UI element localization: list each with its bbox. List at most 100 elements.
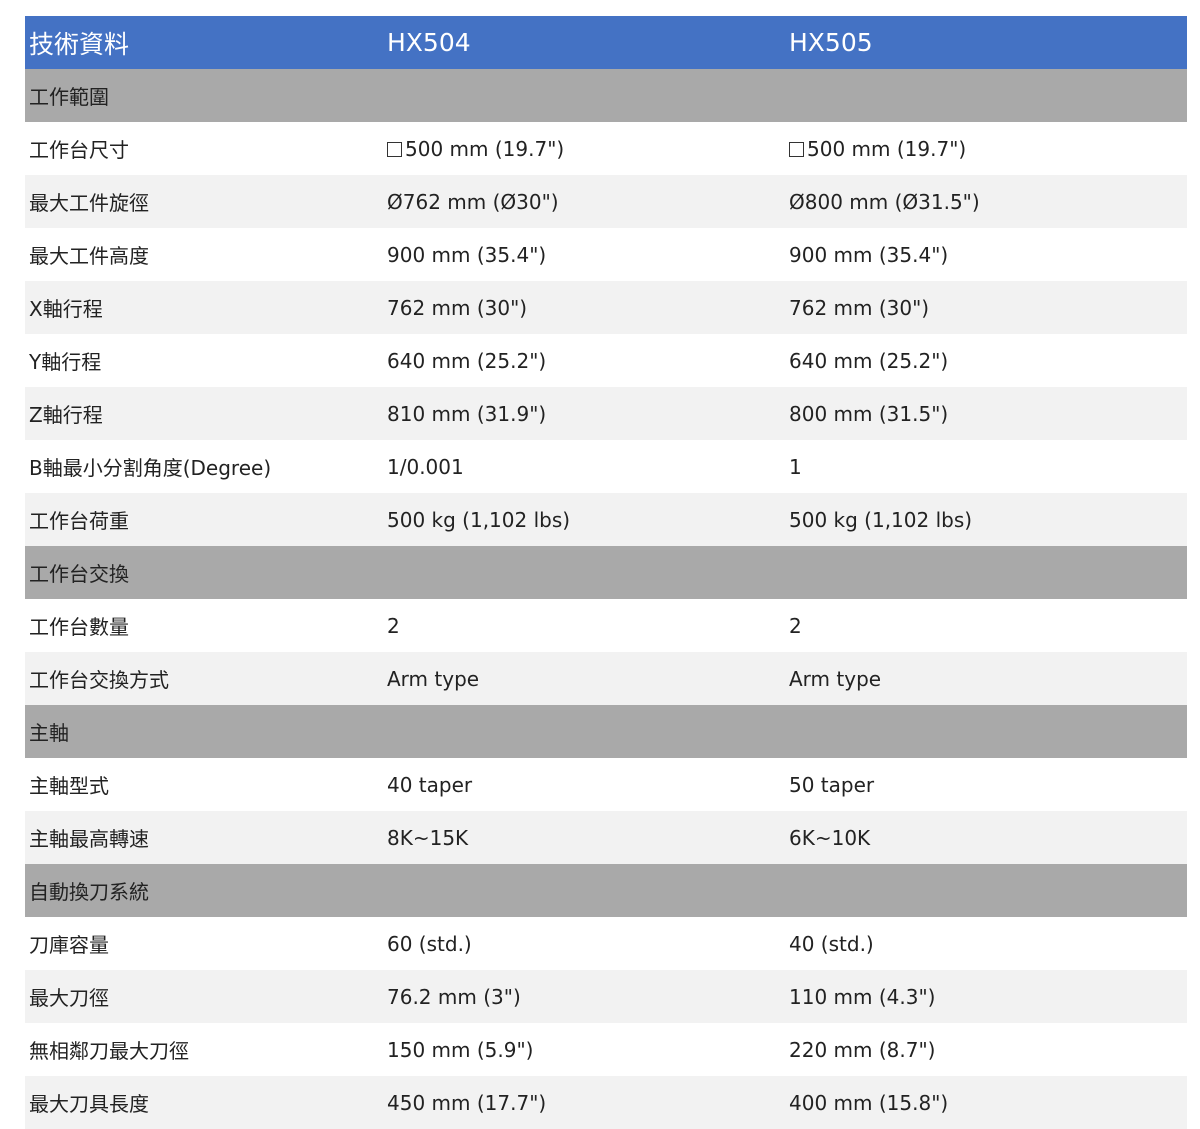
- spec-label: 最大工件旋徑: [29, 191, 149, 215]
- spec-value-text: 900 mm (35.4"): [789, 242, 949, 267]
- spec-value-hx504: 810 mm (31.9"): [387, 402, 789, 426]
- table-header: 技術資料 HX504 HX505: [25, 16, 1187, 69]
- spec-value-text: Arm type: [789, 666, 882, 691]
- spec-label: Y軸行程: [29, 350, 102, 374]
- spec-value-text: 50 taper: [789, 772, 875, 797]
- spec-value-text: 60 (std.): [387, 931, 472, 956]
- section-header: 主軸: [25, 705, 1187, 758]
- spec-value-hx504: 40 taper: [387, 773, 789, 797]
- spec-value-hx505: 500 mm (19.7"): [789, 137, 1187, 161]
- spec-value-hx505: 2: [789, 614, 1187, 638]
- spec-value-hx505: 110 mm (4.3"): [789, 985, 1187, 1009]
- spec-value-hx504: 1/0.001: [387, 455, 789, 479]
- spec-value-hx505: 640 mm (25.2"): [789, 349, 1187, 373]
- header-label: 技術資料: [29, 29, 130, 59]
- spec-value-text: Arm type: [387, 666, 480, 691]
- table-row: Z軸行程 810 mm (31.9") 800 mm (31.5"): [25, 387, 1187, 440]
- spec-value-text: 500 mm (19.7"): [807, 136, 967, 161]
- spec-value-hx505: 220 mm (8.7"): [789, 1038, 1187, 1062]
- table-row: B軸最小分割角度(Degree) 1/0.001 1: [25, 440, 1187, 493]
- spec-label: 最大工件高度: [29, 244, 149, 268]
- spec-value-text: 76.2 mm (3"): [387, 984, 521, 1009]
- header-model-hx504: HX504: [387, 28, 471, 57]
- spec-value-hx505: 1: [789, 455, 1187, 479]
- spec-value-text: 1: [789, 454, 802, 479]
- spec-value-text: Ø800 mm (Ø31.5"): [789, 189, 980, 214]
- spec-value-hx505: 500 kg (1,102 lbs): [789, 508, 1187, 532]
- header-model-hx505: HX505: [789, 28, 873, 57]
- section-title: 工作台交換: [29, 562, 129, 586]
- spec-value-text: 500 mm (19.7"): [405, 136, 565, 161]
- table-row: 最大工件旋徑 Ø762 mm (Ø30") Ø800 mm (Ø31.5"): [25, 175, 1187, 228]
- table-row: X軸行程 762 mm (30") 762 mm (30"): [25, 281, 1187, 334]
- spec-label: 工作台荷重: [29, 509, 129, 533]
- spec-label: 無相鄰刀最大刀徑: [29, 1039, 189, 1063]
- spec-value-hx504: 2: [387, 614, 789, 638]
- spec-label: 主軸最高轉速: [29, 827, 149, 851]
- spec-value-hx504: Arm type: [387, 667, 789, 691]
- spec-label: 工作台交換方式: [29, 668, 169, 692]
- section-title: 工作範圍: [29, 85, 109, 109]
- table-row: 刀庫容量 60 (std.) 40 (std.): [25, 917, 1187, 970]
- section-title: 自動換刀系統: [29, 880, 149, 904]
- spec-value-text: 800 mm (31.5"): [789, 401, 949, 426]
- spec-value-hx505: Ø800 mm (Ø31.5"): [789, 190, 1187, 214]
- spec-value-text: 900 mm (35.4"): [387, 242, 547, 267]
- spec-value-text: 762 mm (30"): [789, 295, 930, 320]
- spec-value-text: 500 kg (1,102 lbs): [789, 507, 973, 532]
- spec-value-text: 40 (std.): [789, 931, 874, 956]
- spec-value-text: 1/0.001: [387, 454, 464, 479]
- spec-label: 主軸型式: [29, 774, 109, 798]
- spec-label: 工作台數量: [29, 615, 129, 639]
- table-row: 主軸型式 40 taper 50 taper: [25, 758, 1187, 811]
- table-row: 工作台交換方式 Arm type Arm type: [25, 652, 1187, 705]
- spec-value-text: 400 mm (15.8"): [789, 1090, 949, 1115]
- spec-value-hx505: 762 mm (30"): [789, 296, 1187, 320]
- spec-value-hx504: 60 (std.): [387, 932, 789, 956]
- section-title: 主軸: [29, 721, 69, 745]
- spec-value-text: 762 mm (30"): [387, 295, 528, 320]
- table-row: 最大刀具長度 450 mm (17.7") 400 mm (15.8"): [25, 1076, 1187, 1129]
- spec-value-text: 6K~10K: [789, 825, 871, 850]
- spec-value-text: 500 kg (1,102 lbs): [387, 507, 571, 532]
- spec-value-text: 2: [387, 613, 400, 638]
- spec-value-hx505: 6K~10K: [789, 826, 1187, 850]
- section-header: 工作台交換: [25, 546, 1187, 599]
- spec-value-text: 640 mm (25.2"): [387, 348, 547, 373]
- spec-label: 工作台尺寸: [29, 138, 129, 162]
- table-row: 主軸最高轉速 8K~15K 6K~10K: [25, 811, 1187, 864]
- table-row: 工作台尺寸 500 mm (19.7") 500 mm (19.7"): [25, 122, 1187, 175]
- table-row: 工作台數量 2 2: [25, 599, 1187, 652]
- spec-value-hx504: 150 mm (5.9"): [387, 1038, 789, 1062]
- spec-value-hx504: 640 mm (25.2"): [387, 349, 789, 373]
- spec-value-text: Ø762 mm (Ø30"): [387, 189, 559, 214]
- spec-value-hx505: 900 mm (35.4"): [789, 243, 1187, 267]
- section-header: 工作範圍: [25, 69, 1187, 122]
- spec-label: 刀庫容量: [29, 933, 109, 957]
- table-row: 工作台荷重 500 kg (1,102 lbs) 500 kg (1,102 lbs…: [25, 493, 1187, 546]
- spec-value-text: 640 mm (25.2"): [789, 348, 949, 373]
- spec-label: 最大刀具長度: [29, 1092, 149, 1116]
- spec-value-hx504: 900 mm (35.4"): [387, 243, 789, 267]
- spec-value-hx505: Arm type: [789, 667, 1187, 691]
- spec-value-hx504: 500 mm (19.7"): [387, 137, 789, 161]
- spec-value-text: 450 mm (17.7"): [387, 1090, 547, 1115]
- spec-value-text: 810 mm (31.9"): [387, 401, 547, 426]
- spec-value-hx505: 400 mm (15.8"): [789, 1091, 1187, 1115]
- spec-label: B軸最小分割角度(Degree): [29, 456, 272, 480]
- square-icon: [387, 141, 402, 157]
- spec-value-hx505: 40 (std.): [789, 932, 1187, 956]
- table-row: 無相鄰刀最大刀徑 150 mm (5.9") 220 mm (8.7"): [25, 1023, 1187, 1076]
- spec-label: X軸行程: [29, 297, 103, 321]
- spec-value-hx504: 8K~15K: [387, 826, 789, 850]
- spec-value-text: 150 mm (5.9"): [387, 1037, 534, 1062]
- spec-value-hx505: 800 mm (31.5"): [789, 402, 1187, 426]
- table-row: 最大工件高度 900 mm (35.4") 900 mm (35.4"): [25, 228, 1187, 281]
- spec-value-text: 40 taper: [387, 772, 473, 797]
- spec-value-text: 2: [789, 613, 802, 638]
- square-icon: [789, 141, 804, 157]
- table-row: Y軸行程 640 mm (25.2") 640 mm (25.2"): [25, 334, 1187, 387]
- spec-value-hx505: 50 taper: [789, 773, 1187, 797]
- table-row: 最大刀徑 76.2 mm (3") 110 mm (4.3"): [25, 970, 1187, 1023]
- spec-table: 技術資料 HX504 HX505 工作範圍工作台尺寸 500 mm (19.7")…: [25, 16, 1187, 1129]
